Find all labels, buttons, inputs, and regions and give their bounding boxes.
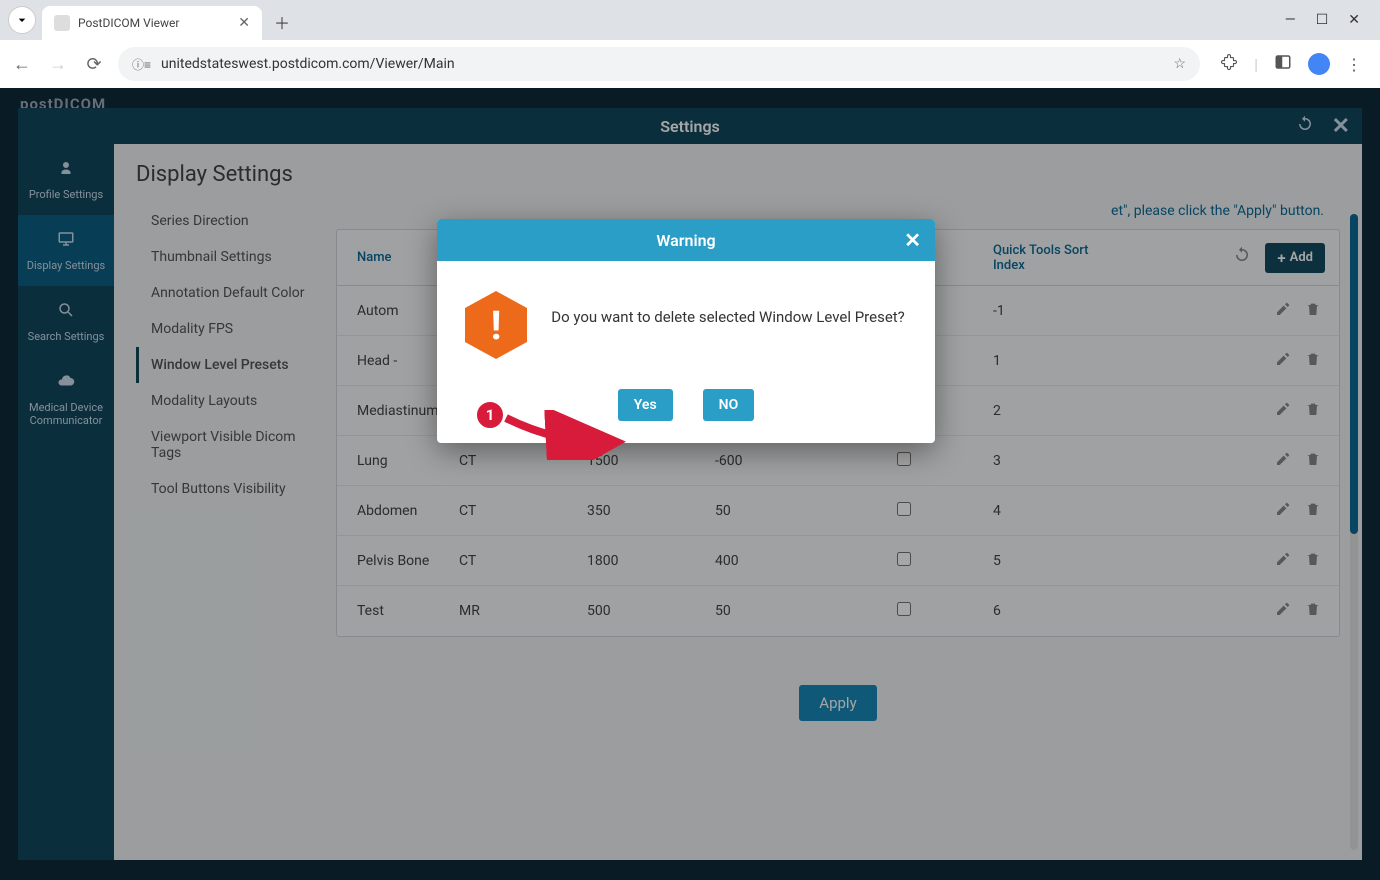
side-panel-icon[interactable] — [1274, 53, 1292, 75]
annotation-badge: 1 — [475, 400, 505, 430]
tab-bar: PostDICOM Viewer ✕ ＋ — ☐ ✕ — [0, 0, 1380, 40]
tab-close-icon[interactable]: ✕ — [238, 15, 250, 31]
tab-dropdown[interactable] — [8, 6, 36, 34]
bookmark-star-icon[interactable]: ☆ — [1174, 56, 1187, 72]
browser-tab[interactable]: PostDICOM Viewer ✕ — [42, 6, 262, 40]
browser-chrome: PostDICOM Viewer ✕ ＋ — ☐ ✕ ← → ⟳ ⓘ≡ unit… — [0, 0, 1380, 89]
extensions-icon[interactable] — [1220, 53, 1238, 75]
toolbar-icons: | ⋮ — [1212, 53, 1370, 75]
tab-favicon — [54, 15, 70, 31]
forward-button[interactable]: → — [46, 54, 70, 75]
profile-icon[interactable] — [1308, 53, 1330, 75]
warning-header: Warning ✕ — [437, 219, 935, 261]
new-tab-button[interactable]: ＋ — [268, 8, 296, 36]
window-controls: — ☐ ✕ — [1285, 12, 1372, 28]
reload-button[interactable]: ⟳ — [82, 54, 106, 75]
warning-icon: ! — [465, 291, 527, 359]
warning-title: Warning — [656, 231, 715, 250]
url-input[interactable]: ⓘ≡ unitedstateswest.postdicom.com/Viewer… — [118, 47, 1200, 81]
site-info-icon[interactable]: ⓘ≡ — [132, 56, 151, 73]
warning-message: Do you want to delete selected Window Le… — [549, 291, 907, 328]
address-bar: ← → ⟳ ⓘ≡ unitedstateswest.postdicom.com/… — [0, 40, 1380, 88]
minimize-icon[interactable]: — — [1285, 12, 1296, 28]
back-button[interactable]: ← — [10, 54, 34, 75]
close-window-icon[interactable]: ✕ — [1348, 12, 1360, 28]
no-button[interactable]: NO — [703, 389, 755, 421]
url-text: unitedstateswest.postdicom.com/Viewer/Ma… — [161, 56, 1164, 72]
warning-close-icon[interactable]: ✕ — [904, 228, 921, 252]
modal-backdrop — [0, 88, 1380, 880]
menu-icon[interactable]: ⋮ — [1346, 55, 1362, 74]
annotation-arrow — [500, 410, 640, 460]
maximize-icon[interactable]: ☐ — [1316, 12, 1329, 28]
tab-title: PostDICOM Viewer — [78, 16, 230, 30]
